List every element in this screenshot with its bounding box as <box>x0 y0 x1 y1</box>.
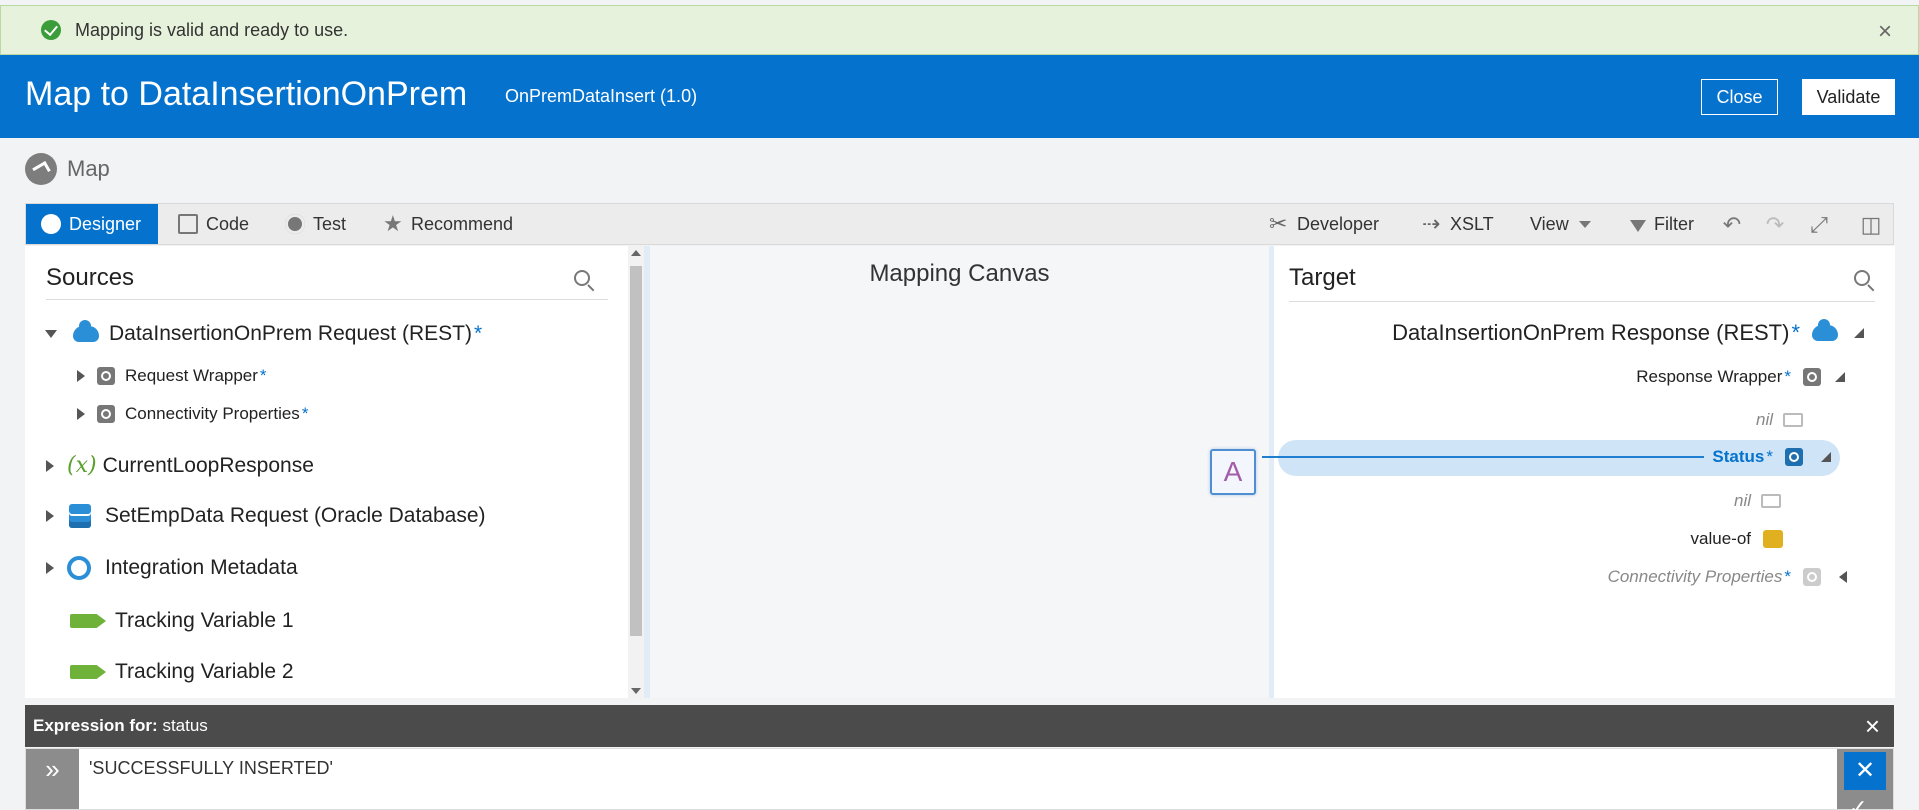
search-icon[interactable] <box>574 270 590 286</box>
map-icon <box>25 153 57 185</box>
mapper-toolbar: Designer Code Test ★ Recommend ✂ Develop… <box>25 203 1894 245</box>
filter-icon <box>1630 220 1646 232</box>
tab-code[interactable]: Code <box>178 204 249 244</box>
expression-tools-icon[interactable]: ✕ <box>1844 752 1886 790</box>
source-tree-item[interactable]: Integration Metadata <box>46 556 298 580</box>
page-header: Map to DataInsertionOnPrem OnPremDataIns… <box>0 55 1919 138</box>
search-icon[interactable] <box>1854 270 1870 286</box>
source-tree-item[interactable]: Tracking Variable 2 <box>70 660 294 684</box>
target-tree-item[interactable]: Connectivity Properties * <box>1608 567 1847 587</box>
xslt-icon: ⇢ <box>1422 211 1441 236</box>
map-label: Map <box>67 156 110 181</box>
target-tree-item[interactable]: Response Wrapper * <box>1636 367 1845 387</box>
collapse-icon[interactable] <box>1821 452 1831 462</box>
element-icon <box>1803 568 1821 586</box>
source-tree-item[interactable]: Tracking Variable 1 <box>70 609 294 633</box>
source-tree-item[interactable]: DataInsertionOnPrem Request (REST) * <box>45 320 482 346</box>
filter-button[interactable]: Filter <box>1630 204 1694 244</box>
expand-icon[interactable] <box>46 510 54 522</box>
collapse-icon[interactable] <box>1854 328 1864 338</box>
expand-icon[interactable] <box>77 408 85 420</box>
target-tree-item[interactable]: DataInsertionOnPrem Response (REST) * <box>1392 319 1864 346</box>
map-heading: Map <box>25 153 110 185</box>
chevron-down-icon <box>1578 220 1591 228</box>
undo-icon[interactable]: ↶ <box>1721 214 1743 236</box>
metadata-icon <box>67 556 91 580</box>
expand-icon[interactable] <box>46 459 54 472</box>
canvas-title: Mapping Canvas <box>869 260 1050 287</box>
collapse-icon[interactable] <box>45 330 57 338</box>
source-tree-item[interactable]: Connectivity Properties * <box>77 404 308 424</box>
page-title: Map to DataInsertionOnPrem <box>25 75 468 113</box>
target-tree-item-status[interactable]: Status * <box>1712 447 1831 467</box>
source-tree-item[interactable]: (x) CurrentLoopResponse <box>46 453 314 478</box>
collapse-icon[interactable] <box>1835 372 1845 382</box>
sources-scrollbar[interactable] <box>628 246 644 698</box>
validate-button[interactable]: Validate <box>1802 79 1895 115</box>
code-icon <box>178 214 198 234</box>
tab-test[interactable]: Test <box>285 204 346 244</box>
expand-icon[interactable]: ⤢ <box>1808 214 1830 236</box>
tab-designer[interactable]: Designer <box>26 204 158 244</box>
cloud-icon <box>1812 319 1838 341</box>
function-node[interactable]: A <box>1210 449 1256 495</box>
close-button[interactable]: Close <box>1701 79 1778 115</box>
sources-title: Sources <box>46 264 135 291</box>
integration-version: OnPremDataInsert (1.0) <box>505 86 698 106</box>
wrench-icon: ✂ <box>1269 211 1288 236</box>
element-icon <box>97 367 115 385</box>
gear-icon <box>285 214 305 234</box>
check-circle-icon <box>41 20 61 40</box>
tracking-icon <box>70 665 106 679</box>
star-icon: ★ <box>383 211 403 236</box>
value-of-icon <box>1763 530 1783 548</box>
expression-header: Expression for: status × <box>25 705 1894 747</box>
success-banner: Mapping is valid and ready to use. × <box>0 5 1919 55</box>
expand-icon[interactable] <box>1839 571 1847 583</box>
target-tree-item[interactable]: nil <box>1734 491 1781 511</box>
database-icon <box>69 504 91 528</box>
expand-icon[interactable] <box>77 370 85 382</box>
xslt-button[interactable]: ⇢ XSLT <box>1422 204 1494 244</box>
mapping-line <box>1262 456 1704 458</box>
close-expression-icon[interactable]: × <box>1865 711 1880 742</box>
target-tree-item[interactable]: nil <box>1756 410 1803 430</box>
banner-message: Mapping is valid and ready to use. <box>75 19 349 40</box>
target-title: Target <box>1289 264 1356 291</box>
tab-recommend[interactable]: ★ Recommend <box>383 204 513 244</box>
designer-icon <box>41 214 61 234</box>
expand-expression-icon[interactable]: » <box>26 749 79 809</box>
target-tree-item[interactable]: value-of <box>1691 529 1783 549</box>
attribute-icon <box>1761 494 1781 508</box>
expression-field: status <box>162 716 208 735</box>
check-icon[interactable]: ✓ <box>1849 795 1867 810</box>
scroll-up-icon[interactable] <box>631 250 641 256</box>
expand-icon[interactable] <box>46 562 54 574</box>
mapping-canvas: Mapping Canvas <box>650 246 1269 698</box>
developer-button[interactable]: ✂ Developer <box>1269 204 1379 244</box>
sources-panel: Sources DataInsertionOnPrem Request (RES… <box>25 246 628 698</box>
element-icon <box>1785 448 1803 466</box>
variable-icon: (x) <box>67 453 97 478</box>
cloud-icon <box>73 320 99 342</box>
redo-icon[interactable]: ↷ <box>1764 214 1786 236</box>
view-dropdown[interactable]: View <box>1530 204 1591 244</box>
panel-toggle-icon[interactable]: ◫ <box>1860 214 1882 236</box>
source-tree-item[interactable]: Request Wrapper * <box>77 366 267 386</box>
attribute-icon <box>1783 413 1803 427</box>
scroll-down-icon[interactable] <box>631 688 641 694</box>
expression-editor: » ✕ ✓ <box>25 748 1894 810</box>
source-tree-item[interactable]: SetEmpData Request (Oracle Database) <box>46 504 486 528</box>
scroll-thumb[interactable] <box>630 266 642 636</box>
element-icon <box>97 405 115 423</box>
element-icon <box>1803 368 1821 386</box>
expression-input[interactable] <box>89 758 1789 779</box>
tracking-icon <box>70 614 106 628</box>
close-banner-icon[interactable]: × <box>1878 18 1892 46</box>
